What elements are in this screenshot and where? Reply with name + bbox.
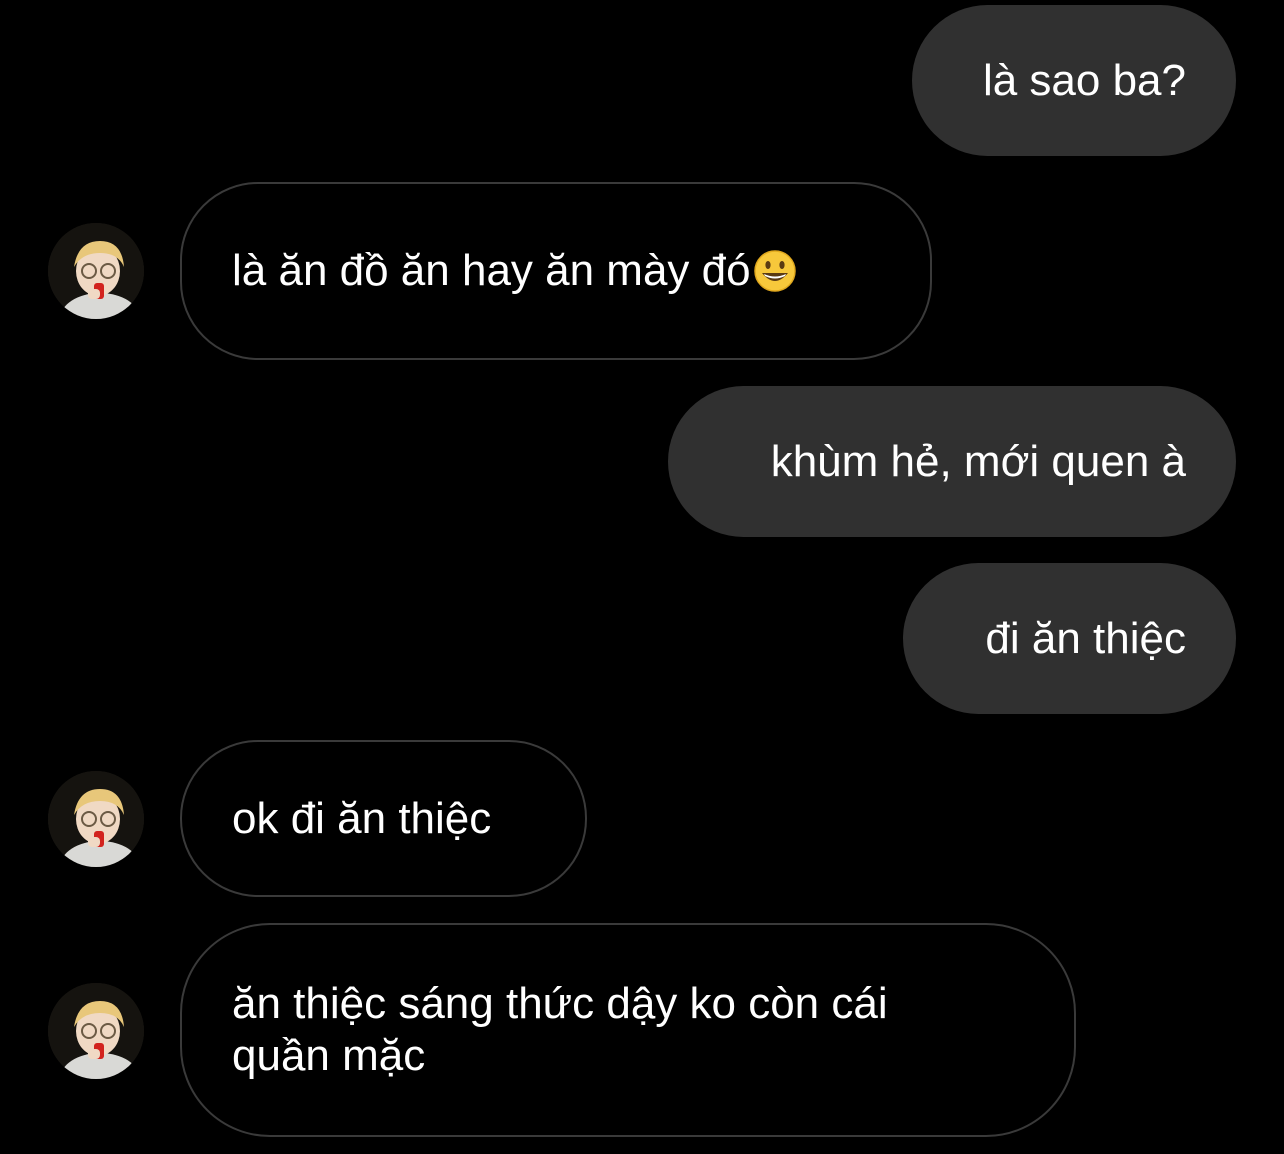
avatar-photo	[48, 983, 144, 1079]
received-message-bubble[interactable]: ok đi ăn thiệc	[180, 740, 587, 897]
contact-avatar[interactable]	[48, 771, 144, 867]
sent-message-bubble[interactable]: là sao ba?	[912, 5, 1236, 156]
message-thread: là sao ba? là ăn đồ ăn hay ăn mày đó khù…	[0, 0, 1284, 1154]
message-text: khùm hẻ, mới quen à	[770, 436, 1186, 486]
avatar-photo	[48, 771, 144, 867]
message-text: ok đi ăn thiệc	[232, 793, 492, 843]
grinning-face-emoji	[753, 250, 796, 292]
message-text: ăn thiệc sáng thức dậy ko còn cái quần m…	[232, 979, 888, 1080]
received-message-bubble[interactable]: ăn thiệc sáng thức dậy ko còn cái quần m…	[180, 923, 1076, 1137]
contact-avatar[interactable]	[48, 223, 144, 319]
sent-message-bubble[interactable]: đi ăn thiệc	[903, 563, 1236, 714]
message-text: là sao ba?	[982, 55, 1186, 105]
received-message-bubble[interactable]: là ăn đồ ăn hay ăn mày đó	[180, 182, 932, 360]
avatar-photo	[48, 223, 144, 319]
message-text: đi ăn thiệc	[985, 613, 1186, 663]
message-text: là ăn đồ ăn hay ăn mày đó	[232, 246, 751, 295]
sent-message-bubble[interactable]: khùm hẻ, mới quen à	[668, 386, 1236, 537]
contact-avatar[interactable]	[48, 983, 144, 1079]
